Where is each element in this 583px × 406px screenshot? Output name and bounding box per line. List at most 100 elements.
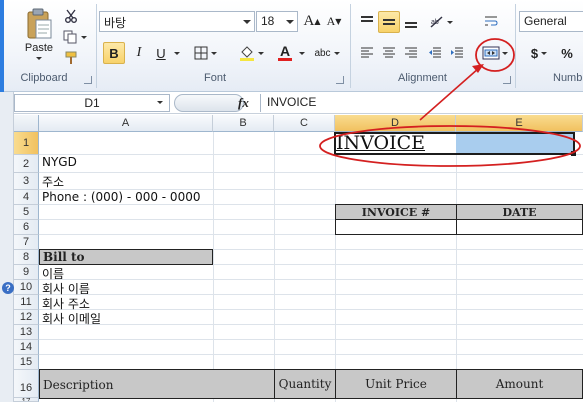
company-name[interactable]: NYGD — [42, 155, 77, 169]
row-header-5[interactable]: 5 — [14, 205, 39, 220]
formula-bar-grip[interactable] — [174, 94, 244, 112]
formula-content: INVOICE — [267, 95, 317, 109]
chevron-down-icon — [257, 51, 264, 55]
address-label[interactable]: 주소 — [42, 173, 64, 190]
grow-font-button[interactable]: A ▲ — [302, 11, 322, 32]
clipboard-dialog-launcher[interactable] — [84, 76, 92, 84]
row-header-1[interactable]: 1 — [14, 132, 39, 155]
description-label: Description — [43, 378, 114, 392]
bold-button[interactable]: B — [103, 42, 125, 64]
percent-button[interactable]: % — [556, 42, 578, 64]
paste-button[interactable]: Paste — [20, 4, 58, 64]
format-painter-button[interactable] — [60, 48, 82, 68]
invoice-number-header[interactable]: INVOICE # — [335, 204, 457, 220]
fill-color-button[interactable] — [234, 42, 268, 64]
row-header-10[interactable]: 10 — [14, 280, 39, 295]
row-header-11[interactable]: 11 — [14, 295, 39, 310]
chevron-down-icon[interactable] — [157, 101, 163, 104]
spreadsheet-grid[interactable]: A B C D E 1 2 3 4 5 6 7 8 9 10 11 12 13 … — [14, 115, 583, 402]
align-left-icon — [361, 47, 373, 58]
row-header-17[interactable]: 17 — [14, 398, 39, 402]
date-header[interactable]: DATE — [456, 204, 583, 220]
invoice-title[interactable]: INVOICE — [336, 132, 425, 154]
description-header[interactable]: Description — [39, 369, 275, 399]
copy-button[interactable] — [60, 27, 90, 47]
copy-dropdown-icon[interactable] — [81, 35, 87, 39]
font-color-dropdown[interactable] — [298, 42, 306, 64]
grid-line — [39, 309, 583, 310]
decrease-indent-icon — [429, 47, 441, 58]
select-all-corner[interactable] — [14, 115, 39, 132]
borders-icon — [194, 46, 207, 60]
chevron-down-icon — [447, 20, 453, 24]
row-header-16[interactable]: 16 — [14, 370, 39, 398]
row-header-3[interactable]: 3 — [14, 173, 39, 190]
invoice-number-value[interactable] — [335, 219, 457, 235]
align-middle-button[interactable] — [378, 11, 400, 33]
amount-header[interactable]: Amount — [456, 369, 583, 399]
formula-input[interactable]: INVOICE — [260, 94, 583, 112]
align-center-button[interactable] — [378, 42, 400, 64]
paste-dropdown-icon[interactable] — [36, 57, 42, 60]
font-size-combo[interactable]: 18 — [256, 11, 298, 32]
date-value[interactable] — [456, 219, 583, 235]
alignment-group-label: Alignment — [398, 72, 447, 84]
row-header-6[interactable]: 6 — [14, 220, 39, 235]
wrap-text-button[interactable] — [480, 11, 502, 33]
row-header-14[interactable]: 14 — [14, 340, 39, 355]
phone-text[interactable]: Phone : (000) - 000 - 0000 — [42, 190, 200, 204]
currency-button[interactable]: $ — [524, 42, 554, 64]
row-header-9[interactable]: 9 — [14, 265, 39, 280]
decrease-indent-button[interactable] — [424, 42, 446, 64]
name-box[interactable]: D1 — [14, 94, 170, 112]
fx-icon[interactable]: fx — [238, 95, 249, 111]
chevron-down-icon[interactable] — [286, 20, 294, 24]
phonetic-icon: abc — [314, 47, 331, 59]
unit-price-header[interactable]: Unit Price — [335, 369, 457, 399]
align-bottom-button[interactable] — [400, 11, 422, 33]
chevron-down-icon — [541, 51, 548, 55]
underline-dropdown[interactable] — [172, 42, 182, 64]
underline-button[interactable]: U — [150, 42, 172, 64]
orientation-button[interactable]: ab — [426, 11, 456, 33]
alignment-dialog-launcher[interactable] — [503, 76, 511, 84]
row-header-4[interactable]: 4 — [14, 190, 39, 205]
row-header-8[interactable]: 8 — [14, 250, 39, 265]
row-header-13[interactable]: 13 — [14, 325, 39, 340]
phonetic-button[interactable]: abc — [310, 42, 344, 64]
italic-button[interactable]: I — [128, 42, 150, 64]
fill-handle[interactable] — [571, 151, 576, 156]
merge-center-button[interactable] — [478, 42, 512, 64]
help-icon[interactable]: ? — [2, 282, 14, 294]
name-box-value: D1 — [84, 96, 100, 110]
grid-line — [39, 172, 583, 173]
column-header-d[interactable]: D — [335, 115, 456, 132]
borders-button[interactable] — [190, 42, 220, 64]
column-header-e[interactable]: E — [456, 115, 583, 132]
quantity-label: Quantity — [278, 377, 332, 391]
number-format-combo[interactable]: General — [519, 11, 583, 32]
shrink-font-button[interactable]: A ▼ — [324, 11, 344, 32]
increase-indent-button[interactable] — [446, 42, 468, 64]
bill-to-header[interactable]: Bill to — [39, 249, 213, 265]
row-header-15[interactable]: 15 — [14, 355, 39, 370]
row-header-12[interactable]: 12 — [14, 310, 39, 325]
font-color-button[interactable]: A — [270, 42, 300, 64]
font-dialog-launcher[interactable] — [336, 76, 344, 84]
row-header-2[interactable]: 2 — [14, 155, 39, 173]
align-right-button[interactable] — [400, 42, 422, 64]
row-header-7[interactable]: 7 — [14, 235, 39, 250]
align-left-button[interactable] — [356, 42, 378, 64]
font-name-combo[interactable]: 바탕 — [99, 11, 255, 32]
company-email-label[interactable]: 회사 이메일 — [42, 310, 101, 327]
cut-button[interactable] — [60, 6, 82, 26]
wrap-text-icon — [485, 16, 498, 26]
align-top-button[interactable] — [356, 11, 378, 33]
column-header-a[interactable]: A — [39, 115, 213, 132]
grid-line — [39, 324, 583, 325]
orientation-icon: ab — [430, 16, 443, 28]
chevron-down-icon[interactable] — [243, 20, 251, 24]
column-header-b[interactable]: B — [213, 115, 274, 132]
column-header-c[interactable]: C — [274, 115, 335, 132]
quantity-header[interactable]: Quantity — [274, 369, 336, 399]
